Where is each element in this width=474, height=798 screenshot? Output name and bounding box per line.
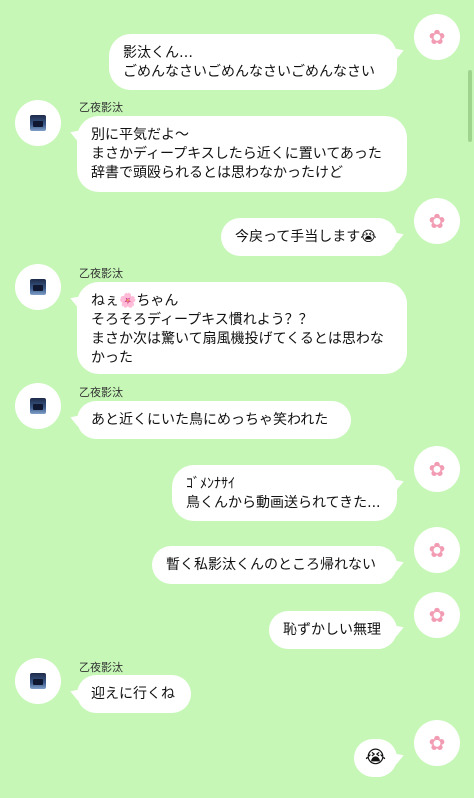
self-avatar[interactable]: ✿ (414, 446, 460, 492)
sender-name: 乙夜影汰 (79, 386, 123, 399)
contact-avatar[interactable] (15, 658, 61, 704)
night-city-icon (30, 279, 46, 295)
cherry-blossom-icon: ✿ (428, 209, 446, 233)
self-avatar[interactable]: ✿ (414, 592, 460, 638)
night-city-icon (30, 673, 46, 689)
self-avatar[interactable]: ✿ (414, 527, 460, 573)
cherry-blossom-icon: ✿ (428, 457, 446, 481)
self-avatar[interactable]: ✿ (414, 14, 460, 60)
cherry-blossom-icon: ✿ (428, 538, 446, 562)
contact-avatar[interactable] (15, 264, 61, 310)
message-bubble-outgoing[interactable]: 恥ずかしい無理 (269, 611, 397, 649)
message-bubble-incoming[interactable]: 別に平気だよ〜 まさかディープキスしたら近くに置いてあった辞書で頭殴られるとは思… (77, 116, 407, 192)
message-bubble-outgoing[interactable]: 😭 (354, 739, 397, 777)
cherry-blossom-icon: ✿ (428, 731, 446, 755)
message-bubble-outgoing[interactable]: 影汰くん… ごめんなさいごめんなさいごめんなさい (109, 34, 397, 90)
message-bubble-incoming[interactable]: 迎えに行くね (77, 675, 191, 713)
sender-name: 乙夜影汰 (79, 267, 123, 280)
scrollbar[interactable] (468, 70, 472, 142)
message-bubble-incoming[interactable]: あと近くにいた鳥にめっちゃ笑われた (77, 401, 351, 439)
self-avatar[interactable]: ✿ (414, 720, 460, 766)
message-bubble-outgoing[interactable]: 今戻って手当します😭 (221, 218, 397, 256)
contact-avatar[interactable] (15, 100, 61, 146)
sender-name: 乙夜影汰 (79, 101, 123, 114)
night-city-icon (30, 398, 46, 414)
message-bubble-incoming[interactable]: ねぇ🌸ちゃん そろそろディープキス慣れよう？？ まさか次は驚いて扇風機投げてくる… (77, 282, 407, 374)
message-bubble-outgoing[interactable]: ｺﾞﾒﾝﾅｻｲ 鳥くんから動画送られてきた... (172, 465, 397, 521)
message-bubble-outgoing[interactable]: 暫く私影汰くんのところ帰れない (152, 546, 397, 584)
self-avatar[interactable]: ✿ (414, 198, 460, 244)
sender-name: 乙夜影汰 (79, 661, 123, 674)
cherry-blossom-icon: ✿ (428, 25, 446, 49)
contact-avatar[interactable] (15, 383, 61, 429)
cherry-blossom-icon: ✿ (428, 603, 446, 627)
night-city-icon (30, 115, 46, 131)
